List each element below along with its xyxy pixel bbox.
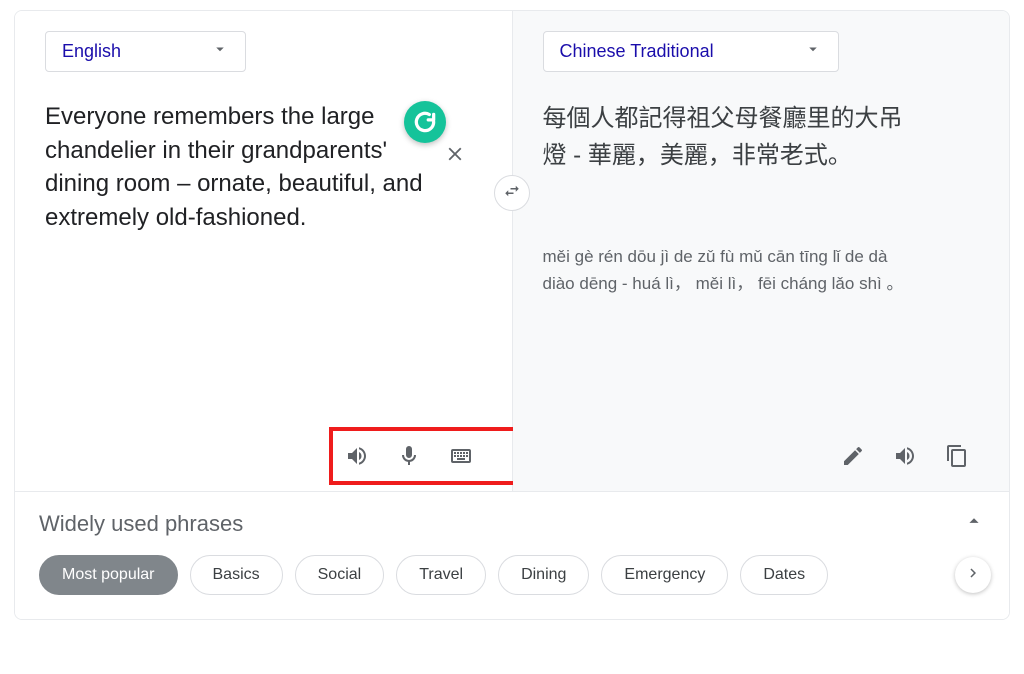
swap-languages-button[interactable] (494, 175, 530, 211)
microphone-icon (397, 444, 421, 473)
chip-basics[interactable]: Basics (190, 555, 283, 595)
keyboard-button[interactable] (449, 444, 473, 473)
source-toolbar (345, 444, 473, 473)
source-pane: English Everyone remembers the large cha… (15, 11, 513, 491)
edit-button[interactable] (841, 444, 865, 473)
target-pane: Chinese Traditional 每個人都記得祖父母餐廳里的大吊燈 - 華… (513, 11, 1010, 491)
phrases-header: Widely used phrases (39, 510, 985, 537)
listen-source-button[interactable] (345, 444, 369, 473)
source-language-select[interactable]: English (45, 31, 246, 72)
swap-icon (503, 182, 521, 205)
source-language-label: English (62, 41, 121, 62)
phrases-title: Widely used phrases (39, 511, 243, 537)
collapse-button[interactable] (963, 510, 985, 537)
speaker-icon (345, 444, 369, 473)
phrase-categories: Most popular Basics Social Travel Dining… (39, 555, 985, 595)
chevron-up-icon (963, 519, 985, 536)
phrases-section: Widely used phrases Most popular Basics … (15, 491, 1009, 619)
pencil-icon (841, 444, 865, 473)
chip-dates[interactable]: Dates (740, 555, 828, 595)
chip-most-popular[interactable]: Most popular (39, 555, 178, 595)
translate-card: English Everyone remembers the large cha… (14, 10, 1010, 620)
speaker-icon (893, 444, 917, 473)
translate-panes: English Everyone remembers the large cha… (15, 11, 1009, 491)
keyboard-icon (449, 444, 473, 473)
listen-target-button[interactable] (893, 444, 917, 473)
target-language-select[interactable]: Chinese Traditional (543, 31, 839, 72)
target-text: 每個人都記得祖父母餐廳里的大吊燈 - 華麗，美麗，非常老式。 (543, 100, 923, 174)
chevron-right-icon (964, 564, 982, 587)
chip-dining[interactable]: Dining (498, 555, 589, 595)
grammarly-icon[interactable] (404, 101, 446, 143)
chip-social[interactable]: Social (295, 555, 385, 595)
copy-button[interactable] (945, 444, 969, 473)
chevron-down-icon (804, 40, 822, 63)
chip-emergency[interactable]: Emergency (601, 555, 728, 595)
target-toolbar (841, 444, 969, 473)
close-icon (444, 152, 466, 169)
source-text[interactable]: Everyone remembers the large chandelier … (45, 100, 425, 234)
chevron-down-icon (211, 40, 229, 63)
romanization-text: měi gè rén dōu jì de zǔ fù mǔ cān tīng l… (543, 244, 923, 297)
target-language-label: Chinese Traditional (560, 41, 714, 62)
scroll-right-button[interactable] (955, 557, 991, 593)
chip-travel[interactable]: Travel (396, 555, 486, 595)
copy-icon (945, 444, 969, 473)
voice-input-button[interactable] (397, 444, 421, 473)
clear-button[interactable] (444, 143, 466, 170)
